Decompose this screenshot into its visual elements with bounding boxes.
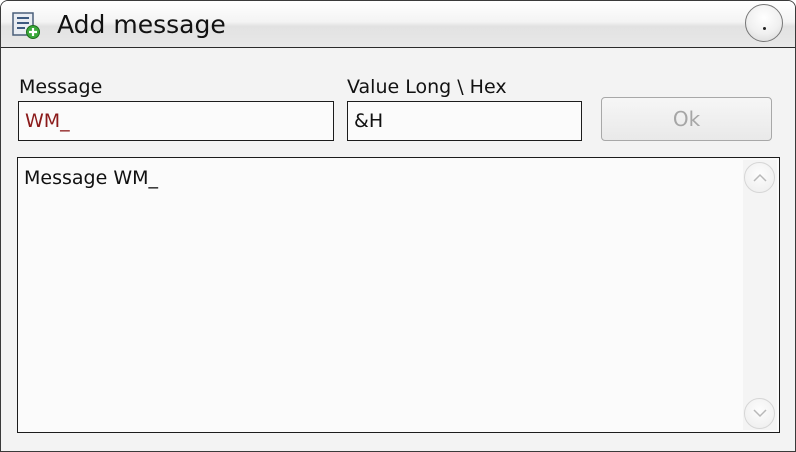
list-item[interactable]: Message WM_	[24, 166, 158, 190]
scroll-up-arrow-icon	[753, 173, 767, 182]
value-hex-input[interactable]	[347, 101, 582, 141]
message-list[interactable]: Message WM_	[17, 157, 780, 433]
title-bar[interactable]: Add message	[1, 1, 795, 48]
scroll-down-arrow-icon	[753, 409, 767, 418]
scroll-down-button[interactable]	[744, 398, 775, 429]
add-message-dialog: Add message Message Value Long \ Hex Ok …	[0, 0, 796, 452]
message-input[interactable]	[18, 101, 334, 141]
scroll-up-button[interactable]	[744, 162, 775, 193]
message-label: Message	[19, 76, 103, 98]
ok-button-label: Ok	[672, 107, 701, 131]
vertical-scrollbar[interactable]	[743, 160, 777, 430]
window-title: Add message	[57, 10, 226, 39]
close-circle-icon	[763, 27, 766, 30]
value-label: Value Long \ Hex	[347, 76, 507, 98]
close-button[interactable]	[745, 4, 783, 42]
ok-button[interactable]: Ok	[601, 97, 772, 141]
add-document-icon	[11, 11, 43, 39]
